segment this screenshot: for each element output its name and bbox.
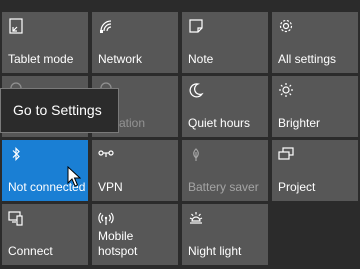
tile-label: Note: [188, 52, 214, 66]
brightness-icon: [278, 82, 294, 98]
connect-icon: [8, 210, 24, 226]
bluetooth-icon: [8, 146, 24, 162]
project-tile[interactable]: Project: [272, 140, 358, 201]
quiet-hours-tile[interactable]: Quiet hours: [182, 76, 268, 137]
night-light-tile[interactable]: Night light: [182, 204, 268, 265]
gear-icon: [278, 18, 294, 34]
note-tile[interactable]: Note: [182, 12, 268, 73]
tile-label: ation: [119, 116, 146, 130]
network-tile[interactable]: Network: [92, 12, 178, 73]
tile-label: Brighter: [278, 116, 321, 130]
moon-icon: [188, 82, 204, 98]
tablet-mode-tile[interactable]: Tablet mode: [2, 12, 88, 73]
tablet-mode-icon: [8, 18, 24, 34]
all-settings-tile[interactable]: All settings: [272, 12, 358, 73]
tile-label: Network: [98, 52, 143, 66]
tile-label: Night light: [188, 244, 242, 258]
tile-label: Project: [278, 180, 316, 194]
tile-label-line1: Mobile: [98, 229, 134, 243]
mobile-hotspot-icon: [98, 210, 114, 226]
mobile-hotspot-tile[interactable]: Mobile hotspot: [92, 204, 178, 265]
vpn-tile[interactable]: VPN: [92, 140, 178, 201]
mouse-cursor-icon: [67, 166, 81, 188]
tile-label: Battery saver: [188, 180, 259, 194]
go-to-settings-tooltip: Go to Settings: [0, 88, 119, 133]
note-icon: [188, 18, 204, 34]
tile-label: Tablet mode: [8, 52, 74, 66]
project-icon: [278, 146, 294, 162]
network-icon: [98, 18, 114, 34]
battery-saver-tile[interactable]: Battery saver: [182, 140, 268, 201]
tile-label: VPN: [98, 180, 123, 194]
vpn-icon: [98, 146, 114, 162]
action-center-quick-actions: Tablet mode Network Note All settings at…: [0, 0, 360, 269]
tile-label: Connect: [8, 244, 53, 258]
connect-tile[interactable]: Connect: [2, 204, 88, 265]
tile-label: Quiet hours: [188, 116, 251, 130]
brightness-tile[interactable]: Brighter: [272, 76, 358, 137]
tile-label: Mobile hotspot: [98, 229, 137, 259]
tile-label: All settings: [278, 52, 337, 66]
battery-saver-icon: [188, 146, 204, 162]
night-light-icon: [188, 210, 204, 226]
tile-label-line2: hotspot: [98, 244, 138, 258]
